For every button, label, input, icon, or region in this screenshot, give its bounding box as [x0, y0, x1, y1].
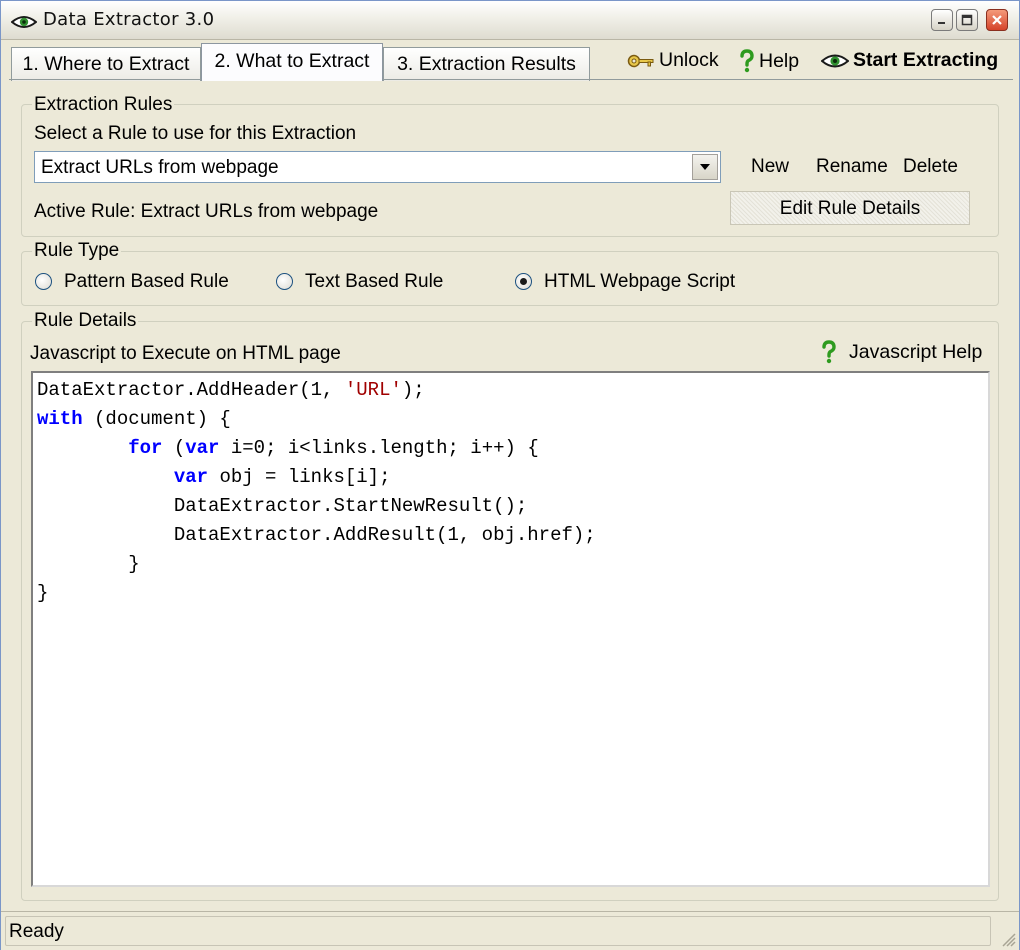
javascript-help-label: Javascript Help — [849, 340, 983, 363]
code-line-4: var obj = links[i]; — [37, 466, 391, 488]
eye-icon — [10, 13, 38, 35]
text-based-rule-label[interactable]: Text Based Rule — [305, 271, 443, 293]
code-text: DataExtractor.AddHeader(1, 'URL'); — [37, 379, 425, 401]
code-line-1: DataExtractor.AddHeader(1, 'URL'); — [37, 379, 425, 401]
extraction-rules-legend: Extraction Rules — [32, 94, 175, 116]
text-based-rule-radio[interactable] — [276, 273, 293, 290]
rule-type-legend: Rule Type — [32, 240, 122, 262]
tab-what-to-extract[interactable]: 2. What to Extract — [201, 43, 383, 81]
html-webpage-script-radio[interactable] — [515, 273, 532, 290]
code-keyword: with — [37, 408, 83, 430]
radio-selected-dot — [520, 278, 527, 285]
edit-rule-details-button[interactable]: Edit Rule Details — [730, 191, 970, 225]
question-mark-icon — [822, 340, 836, 364]
chevron-down-icon — [700, 164, 710, 170]
code-line-3: for (var i=0; i<links.length; i++) { — [37, 437, 539, 459]
code-text: for (var i=0; i<links.length; i++) { — [128, 437, 539, 459]
code-text: DataExtractor.StartNewResult(); — [37, 495, 528, 517]
dropdown-arrow-button[interactable] — [692, 154, 718, 180]
code-keyword: var — [173, 466, 209, 488]
javascript-editor-label: Javascript to Execute on HTML page — [30, 343, 341, 364]
start-extracting-button[interactable]: Start Extracting — [821, 49, 998, 72]
start-extracting-label: Start Extracting — [853, 49, 999, 71]
code-string: 'URL' — [344, 379, 402, 401]
javascript-code-editor[interactable]: DataExtractor.AddHeader(1, 'URL'); with … — [31, 371, 990, 887]
code-text: } — [37, 582, 49, 604]
unlock-label: Unlock — [659, 49, 719, 71]
rule-select-value: Extract URLs from webpage — [41, 157, 279, 178]
resize-grip-icon[interactable] — [997, 928, 1017, 948]
help-button[interactable]: Help — [739, 49, 799, 73]
app-window: Data Extractor 3.0 1. Where to Extract 2… — [0, 0, 1020, 950]
code-text: } — [37, 553, 140, 575]
tab-extraction-results[interactable]: 3. Extraction Results — [383, 47, 590, 81]
status-field — [5, 916, 991, 946]
title-bar[interactable]: Data Extractor 3.0 — [1, 1, 1019, 40]
question-mark-icon — [740, 49, 754, 73]
code-text: var obj = links[i]; — [173, 466, 391, 488]
delete-rule-button[interactable]: Delete — [903, 156, 958, 178]
rule-select-dropdown[interactable]: Extract URLs from webpage — [34, 151, 721, 183]
minimize-icon — [938, 22, 945, 24]
window-title: Data Extractor 3.0 — [43, 9, 215, 30]
rule-select-prompt: Select a Rule to use for this Extraction — [34, 123, 357, 144]
code-text: with (document) { — [37, 408, 231, 430]
unlock-button[interactable]: Unlock — [627, 49, 719, 72]
eye-icon — [821, 54, 849, 67]
code-keyword: for — [128, 437, 163, 459]
key-icon — [627, 54, 654, 67]
code-line-8: } — [37, 582, 48, 604]
active-rule-text: Active Rule: Extract URLs from webpage — [34, 201, 379, 222]
minimize-button[interactable] — [931, 9, 953, 31]
code-text: DataExtractor.AddResult(1, obj.href); — [37, 524, 596, 546]
rename-rule-button[interactable]: Rename — [816, 156, 888, 178]
close-icon — [992, 15, 1002, 25]
code-line-5: DataExtractor.StartNewResult(); — [37, 495, 527, 517]
code-line-6: DataExtractor.AddResult(1, obj.href); — [37, 524, 596, 546]
code-line-2: with (document) { — [37, 408, 231, 430]
help-label: Help — [759, 49, 800, 72]
pattern-based-rule-label[interactable]: Pattern Based Rule — [64, 271, 229, 293]
javascript-help-button[interactable]: Javascript Help — [821, 340, 982, 364]
status-bar: Ready — [1, 911, 1019, 950]
new-rule-button[interactable]: New — [751, 156, 789, 178]
code-keyword: var — [185, 437, 220, 459]
rule-details-legend: Rule Details — [32, 310, 139, 332]
tab-divider — [9, 79, 1013, 80]
close-button[interactable] — [986, 9, 1008, 31]
tab-where-to-extract[interactable]: 1. Where to Extract — [11, 47, 201, 81]
maximize-button[interactable] — [956, 9, 978, 31]
status-text: Ready — [9, 921, 64, 942]
maximize-icon — [961, 14, 973, 26]
pattern-based-rule-radio[interactable] — [35, 273, 52, 290]
html-webpage-script-label[interactable]: HTML Webpage Script — [544, 271, 735, 293]
code-line-7: } — [37, 553, 140, 575]
